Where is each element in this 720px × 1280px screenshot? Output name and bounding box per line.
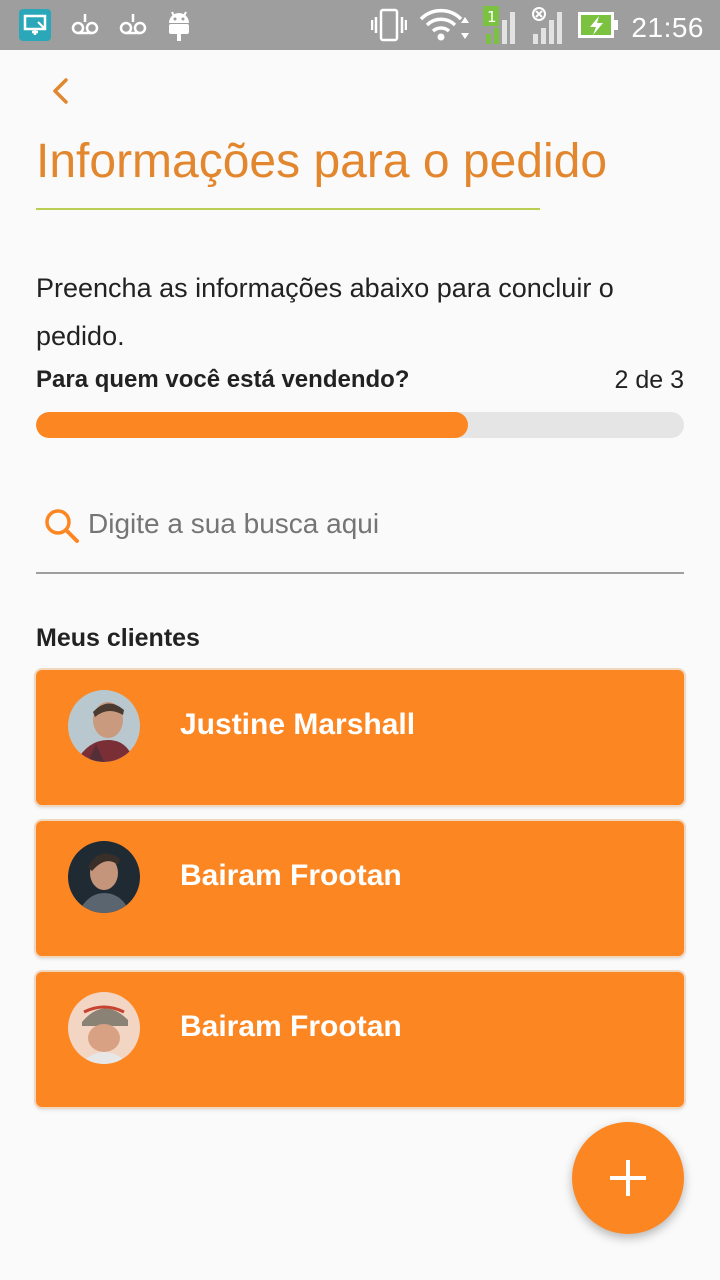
chevron-left-icon xyxy=(53,78,68,104)
instruction-text: Preencha as informações abaixo para conc… xyxy=(36,273,614,351)
back-button[interactable] xyxy=(44,74,78,108)
sim1-label: 1 xyxy=(487,8,497,26)
plus-icon xyxy=(610,1160,646,1196)
add-client-button[interactable] xyxy=(572,1122,684,1234)
status-bar: 1 21:56 xyxy=(0,0,720,50)
avatar xyxy=(68,992,140,1064)
clients-heading: Meus clientes xyxy=(36,624,200,652)
client-name: Justine Marshall xyxy=(180,708,416,741)
progress-bar xyxy=(36,412,684,438)
search-box[interactable] xyxy=(36,490,684,574)
client-card[interactable]: Bairam Frootan xyxy=(36,972,684,1107)
client-name: Bairam Frootan xyxy=(180,859,402,892)
status-bar-system: 1 21:56 xyxy=(371,6,704,49)
page-title: Informações para o pedido xyxy=(36,135,608,188)
signal-sim1-icon: 1 xyxy=(483,6,519,49)
client-card[interactable]: Bairam Frootan xyxy=(36,821,684,956)
voicemail-icon xyxy=(118,12,148,43)
vibrate-icon xyxy=(371,8,408,47)
voicemail-icon xyxy=(70,12,100,43)
status-time: 21:56 xyxy=(631,11,704,43)
client-name: Bairam Frootan xyxy=(180,1010,402,1043)
signal-sim2-icon xyxy=(531,6,565,49)
avatar xyxy=(68,841,140,913)
battery-charging-icon xyxy=(577,10,619,45)
status-bar-notifications xyxy=(18,8,192,47)
search-icon xyxy=(45,509,79,543)
avatar xyxy=(68,690,140,762)
screen-mirror-icon xyxy=(18,8,52,47)
step-counter: 2 de 3 xyxy=(614,366,684,394)
android-icon xyxy=(166,9,192,46)
client-card[interactable]: Justine Marshall xyxy=(36,670,684,805)
title-underline xyxy=(36,208,540,210)
search-input[interactable] xyxy=(88,502,668,546)
progress-fill xyxy=(36,412,469,438)
wifi-icon xyxy=(419,7,471,48)
client-list: Justine Marshall Bairam Frootan Bairam F… xyxy=(36,670,684,1123)
step-question: Para quem você está vendendo? xyxy=(36,366,410,393)
